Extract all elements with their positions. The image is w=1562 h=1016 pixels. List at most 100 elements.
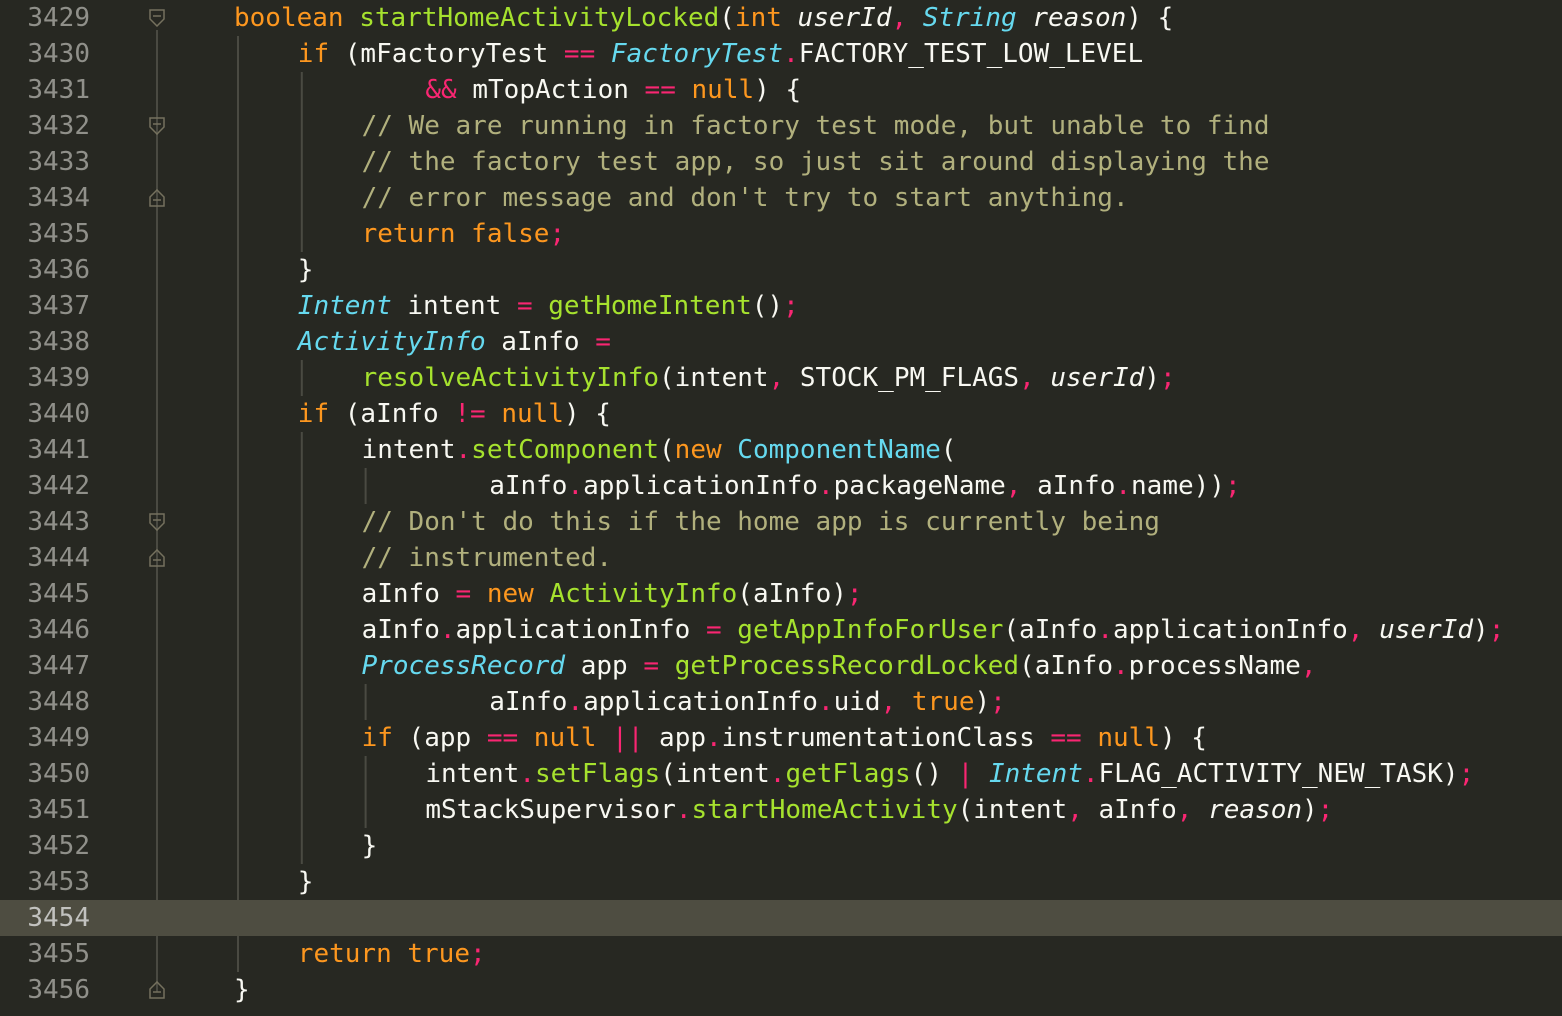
line-number[interactable]: 3449 bbox=[0, 720, 90, 756]
code-token: == bbox=[563, 39, 596, 69]
code-token: setFlags bbox=[534, 759, 661, 789]
code-token: mStackSupervisor bbox=[425, 795, 676, 825]
code-line[interactable]: 3444 // instrumented. bbox=[0, 540, 1562, 576]
code-token: ProcessRecord bbox=[361, 651, 566, 681]
code-text: } bbox=[234, 972, 250, 1008]
code-line[interactable]: 3445 aInfo = new ActivityInfo(aInfo); bbox=[0, 576, 1562, 612]
fold-open-icon[interactable] bbox=[149, 513, 165, 531]
fold-close-icon[interactable] bbox=[149, 981, 165, 999]
code-token: ) { bbox=[754, 75, 802, 105]
line-number[interactable]: 3442 bbox=[0, 468, 90, 504]
code-token: () bbox=[910, 759, 958, 789]
line-number[interactable]: 3444 bbox=[0, 540, 90, 576]
code-token: = bbox=[516, 291, 533, 321]
code-editor[interactable]: 3429 boolean startHomeActivityLocked(int … bbox=[0, 0, 1562, 1016]
code-token: Intent bbox=[988, 759, 1083, 789]
line-number[interactable]: 3443 bbox=[0, 504, 90, 540]
code-line[interactable]: 3440 if (aInfo != null) { bbox=[0, 396, 1562, 432]
code-line[interactable]: 3446 aInfo.applicationInfo = getAppInfoFo… bbox=[0, 612, 1562, 648]
code-line[interactable]: 3447 ProcessRecord app = getProcessRecord… bbox=[0, 648, 1562, 684]
code-token: } bbox=[297, 867, 314, 897]
line-number[interactable]: 3432 bbox=[0, 108, 90, 144]
code-token: . bbox=[567, 687, 584, 717]
fold-open-icon[interactable] bbox=[149, 117, 165, 135]
code-line[interactable]: 3433 // the factory test app, so just sit… bbox=[0, 144, 1562, 180]
line-number[interactable]: 3437 bbox=[0, 288, 90, 324]
line-number[interactable]: 3445 bbox=[0, 576, 90, 612]
line-number[interactable]: 3452 bbox=[0, 828, 90, 864]
code-token: (aInfo) bbox=[737, 579, 847, 609]
code-line[interactable]: 3448 aInfo.applicationInfo.uid, true); bbox=[0, 684, 1562, 720]
code-line[interactable]: 3438 ActivityInfo aInfo = bbox=[0, 324, 1562, 360]
code-line[interactable]: 3435 return false; bbox=[0, 216, 1562, 252]
code-line[interactable]: 3430 if (mFactoryTest == FactoryTest.FACT… bbox=[0, 36, 1562, 72]
code-token: ; bbox=[549, 219, 566, 249]
code-line[interactable]: 3439 resolveActivityInfo(intent, STOCK_PM… bbox=[0, 360, 1562, 396]
line-number[interactable]: 3435 bbox=[0, 216, 90, 252]
line-number[interactable]: 3439 bbox=[0, 360, 90, 396]
code-token: == bbox=[644, 75, 676, 105]
line-number[interactable]: 3430 bbox=[0, 36, 90, 72]
fold-close-icon[interactable] bbox=[149, 189, 165, 207]
line-number[interactable]: 3436 bbox=[0, 252, 90, 288]
code-token: userId bbox=[1379, 615, 1474, 645]
code-token: ) bbox=[1126, 3, 1142, 33]
fold-open-icon[interactable] bbox=[149, 9, 165, 27]
code-token: , bbox=[891, 3, 908, 33]
code-token: app bbox=[643, 723, 707, 753]
line-number[interactable]: 3453 bbox=[0, 864, 90, 900]
code-line[interactable]: 3443 // Don't do this if the home app is … bbox=[0, 504, 1562, 540]
line-number[interactable]: 3450 bbox=[0, 756, 90, 792]
code-token: resolveActivityInfo bbox=[361, 363, 660, 393]
code-token: , bbox=[880, 687, 897, 717]
line-number[interactable]: 3446 bbox=[0, 612, 90, 648]
code-line[interactable]: 3431 && mTopAction == null) { bbox=[0, 72, 1562, 108]
code-text: && mTopAction == null) { bbox=[425, 72, 801, 108]
code-line[interactable]: 3449 if (app == null || app.instrumentati… bbox=[0, 720, 1562, 756]
code-line[interactable]: 3456} bbox=[0, 972, 1562, 1008]
code-line[interactable]: 3454 bbox=[0, 900, 1562, 936]
code-line[interactable]: 3437 Intent intent = getHomeIntent(); bbox=[0, 288, 1562, 324]
code-token: ( bbox=[659, 435, 675, 465]
code-token: userId bbox=[1050, 363, 1145, 393]
line-number[interactable]: 3438 bbox=[0, 324, 90, 360]
code-token: setComponent bbox=[471, 435, 660, 465]
code-line[interactable]: 3450 intent.setFlags(intent.getFlags() | … bbox=[0, 756, 1562, 792]
code-token: aInfo bbox=[1082, 795, 1177, 825]
code-line[interactable]: 3432 // We are running in factory test mo… bbox=[0, 108, 1562, 144]
line-number[interactable]: 3448 bbox=[0, 684, 90, 720]
line-number[interactable]: 3434 bbox=[0, 180, 90, 216]
line-number[interactable]: 3447 bbox=[0, 648, 90, 684]
code-line[interactable]: 3441 intent.setComponent(new ComponentNam… bbox=[0, 432, 1562, 468]
code-line[interactable]: 3455 return true; bbox=[0, 936, 1562, 972]
code-line[interactable]: 3442 aInfo.applicationInfo.packageName, a… bbox=[0, 468, 1562, 504]
code-line[interactable]: 3452} bbox=[0, 828, 1562, 864]
code-token: ; bbox=[1159, 363, 1176, 393]
line-number[interactable]: 3455 bbox=[0, 936, 90, 972]
code-line[interactable]: 3434 // error message and don't try to st… bbox=[0, 180, 1562, 216]
code-line[interactable]: 3436} bbox=[0, 252, 1562, 288]
line-number[interactable]: 3429 bbox=[0, 0, 90, 36]
line-number[interactable]: 3441 bbox=[0, 432, 90, 468]
code-token: . bbox=[1082, 759, 1099, 789]
code-token: aInfo bbox=[361, 615, 440, 645]
code-line[interactable]: 3451 mStackSupervisor.startHomeActivity(i… bbox=[0, 792, 1562, 828]
code-token: startHomeActivity bbox=[691, 795, 958, 825]
code-line[interactable]: 3429 boolean startHomeActivityLocked(int … bbox=[0, 0, 1562, 36]
line-number[interactable]: 3431 bbox=[0, 72, 90, 108]
line-number[interactable]: 3440 bbox=[0, 396, 90, 432]
line-number[interactable]: 3433 bbox=[0, 144, 90, 180]
line-number[interactable]: 3456 bbox=[0, 972, 90, 1008]
code-line[interactable]: 3453} bbox=[0, 864, 1562, 900]
fold-close-icon[interactable] bbox=[149, 549, 165, 567]
line-number[interactable]: 3451 bbox=[0, 792, 90, 828]
code-token: () bbox=[751, 291, 784, 321]
code-text: mStackSupervisor.startHomeActivity(inten… bbox=[425, 792, 1333, 828]
line-number[interactable]: 3454 bbox=[0, 900, 90, 936]
